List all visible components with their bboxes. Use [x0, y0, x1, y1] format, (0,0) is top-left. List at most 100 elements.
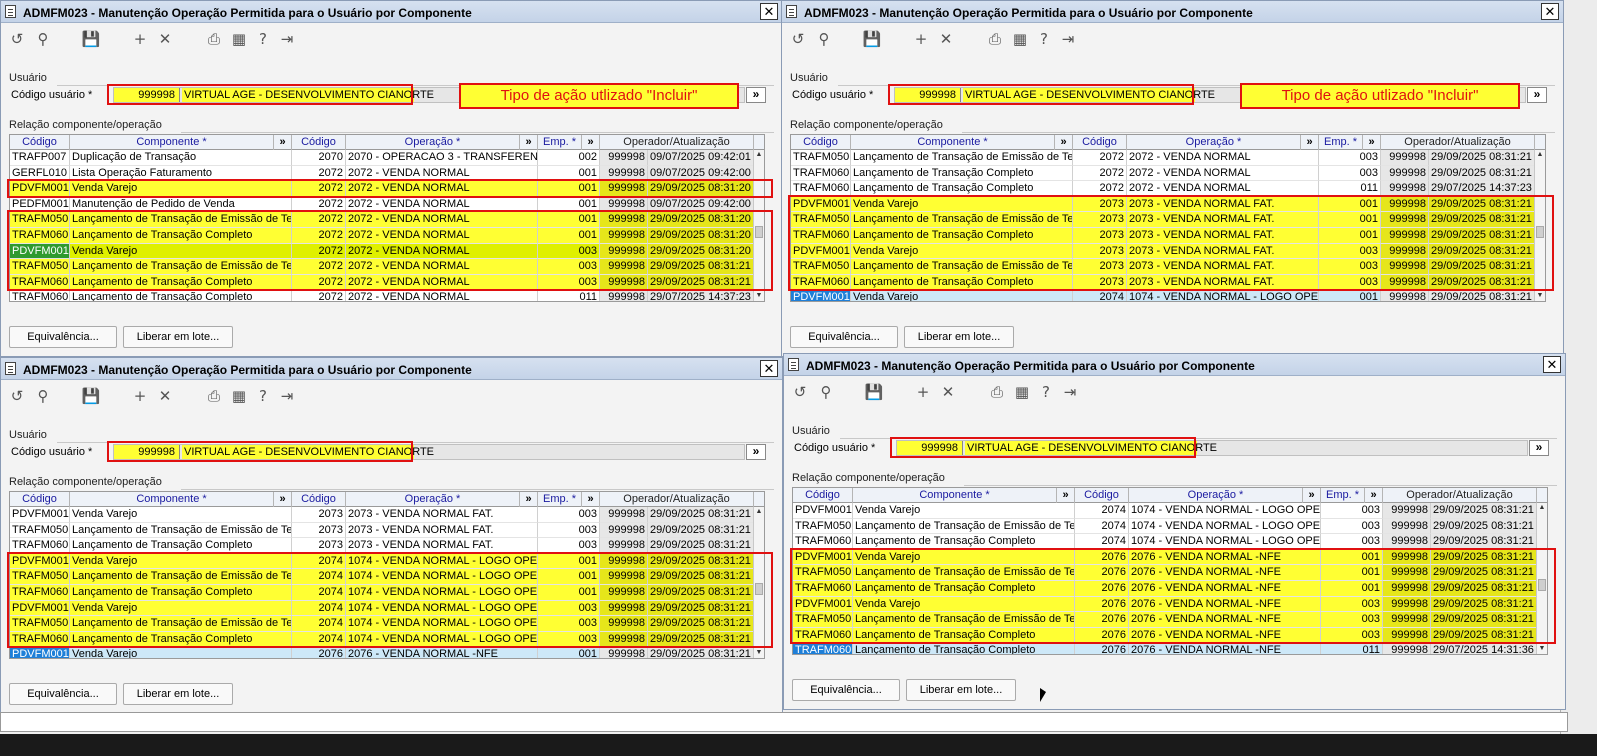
- column-header-operacao[interactable]: Operação *: [346, 492, 520, 507]
- table-row[interactable]: PDVFM001 Venda Varejo 2073 2073 - VENDA NOR…: [791, 196, 1536, 213]
- delete-icon[interactable]: ✕: [936, 29, 956, 49]
- column-header-operacao[interactable]: Operação *: [1127, 135, 1301, 150]
- column-expand-icon[interactable]: »: [1055, 135, 1073, 150]
- delete-icon[interactable]: ✕: [155, 386, 175, 406]
- column-header-operador[interactable]: Operador/Atualização: [1383, 488, 1537, 503]
- scroll-up-icon[interactable]: ▲: [754, 150, 764, 160]
- component-operation-grid[interactable]: Código Componente *» Código Operação *» Emp.…: [9, 491, 765, 659]
- table-row[interactable]: TRAFM060 Lançamento de Transação Completo…: [793, 643, 1538, 654]
- help-icon[interactable]: ?: [1034, 29, 1054, 49]
- calendar-icon[interactable]: ▦: [1012, 382, 1032, 402]
- liberar-em-lote-button[interactable]: Liberar em lote...: [906, 679, 1016, 701]
- table-row[interactable]: TRAFM060 Lançamento de Transação Completo…: [793, 627, 1538, 644]
- scroll-up-icon[interactable]: ▲: [754, 507, 764, 517]
- table-row[interactable]: TRAFM060 Lançamento de Transação Completo…: [793, 581, 1538, 597]
- expand-user-button[interactable]: »: [1529, 440, 1549, 456]
- close-icon[interactable]: ✕: [760, 360, 778, 377]
- help-icon[interactable]: ?: [253, 29, 273, 49]
- table-row[interactable]: TRAFM060 Lançamento de Transação Completo…: [10, 538, 755, 554]
- column-header-codigo2[interactable]: Código: [292, 135, 346, 150]
- calendar-icon[interactable]: ▦: [229, 29, 249, 49]
- table-row[interactable]: PDVFM001 Venda Varejo 2074 1074 - VENDA NOR…: [793, 503, 1538, 519]
- table-row[interactable]: GERFL010 Lista Operação Faturamento 2072 20…: [10, 165, 755, 182]
- component-operation-grid[interactable]: Código Componente *» Código Operação *» Emp.…: [790, 134, 1546, 302]
- liberar-em-lote-button[interactable]: Liberar em lote...: [123, 683, 233, 705]
- table-row[interactable]: TRAFM050 Lançamento de Transação de Emiss…: [793, 518, 1538, 535]
- close-icon[interactable]: ✕: [1543, 356, 1561, 373]
- scroll-thumb[interactable]: [755, 226, 763, 238]
- column-header-codigo[interactable]: Código: [10, 135, 70, 150]
- table-row[interactable]: TRAFM050 Lançamento de Transação de Emiss…: [791, 150, 1536, 166]
- column-header-componente[interactable]: Componente *: [853, 488, 1057, 503]
- liberar-em-lote-button[interactable]: Liberar em lote...: [904, 326, 1014, 348]
- column-expand-icon[interactable]: »: [1363, 135, 1381, 150]
- column-header-componente[interactable]: Componente *: [70, 135, 274, 150]
- help-icon[interactable]: ?: [1036, 382, 1056, 402]
- column-expand-icon[interactable]: »: [582, 135, 600, 150]
- scroll-up-icon[interactable]: ▲: [1537, 503, 1547, 513]
- search-icon[interactable]: ⚲: [33, 386, 53, 406]
- user-code-value[interactable]: 999998: [114, 445, 180, 459]
- equivalencia-button[interactable]: Equivalência...: [9, 326, 117, 348]
- table-row[interactable]: PDVFM001 Venda Varejo 2076 2076 - VENDA NOR…: [10, 647, 755, 658]
- table-row[interactable]: TRAFM050 Lançamento de Transação de Emiss…: [793, 612, 1538, 628]
- table-row[interactable]: TRAFM050 Lançamento de Transação de Emiss…: [10, 259, 755, 275]
- add-icon[interactable]: +: [130, 29, 150, 49]
- column-header-operador[interactable]: Operador/Atualização: [600, 135, 754, 150]
- user-code-field[interactable]: 999998 VIRTUAL AGE - DESENVOLVIMENTO CIAN…: [896, 440, 1528, 456]
- delete-icon[interactable]: ✕: [938, 382, 958, 402]
- column-expand-icon[interactable]: »: [1057, 488, 1075, 503]
- table-row[interactable]: TRAFM060 Lançamento de Transação Completo…: [791, 228, 1536, 244]
- expand-user-button[interactable]: »: [746, 444, 766, 460]
- scroll-down-icon[interactable]: ▼: [1537, 644, 1547, 654]
- refresh-icon[interactable]: ↺: [7, 29, 27, 49]
- column-header-codigo2[interactable]: Código: [1075, 488, 1129, 503]
- table-row[interactable]: TRAFM060 Lançamento de Transação Completo…: [10, 274, 755, 291]
- column-header-codigo2[interactable]: Código: [292, 492, 346, 507]
- table-row[interactable]: TRAFM060 Lançamento de Transação Completo…: [791, 181, 1536, 197]
- column-header-codigo2[interactable]: Código: [1073, 135, 1127, 150]
- refresh-icon[interactable]: ↺: [7, 386, 27, 406]
- table-row[interactable]: TRAFM050 Lançamento de Transação de Emiss…: [793, 565, 1538, 581]
- print-icon[interactable]: ⎙: [204, 29, 224, 49]
- column-expand-icon[interactable]: »: [1365, 488, 1383, 503]
- equivalencia-button[interactable]: Equivalência...: [792, 679, 900, 701]
- scroll-thumb[interactable]: [1536, 226, 1544, 238]
- user-code-value[interactable]: 999998: [895, 88, 961, 102]
- search-icon[interactable]: ⚲: [816, 382, 836, 402]
- scroll-thumb[interactable]: [755, 583, 763, 595]
- column-expand-icon[interactable]: »: [1301, 135, 1319, 150]
- delete-icon[interactable]: ✕: [155, 29, 175, 49]
- close-icon[interactable]: ✕: [760, 3, 778, 20]
- refresh-icon[interactable]: ↺: [788, 29, 808, 49]
- column-header-emp[interactable]: Emp. *: [1319, 135, 1363, 150]
- grid-vertical-scrollbar[interactable]: ▲ ▼: [753, 507, 764, 658]
- column-expand-icon[interactable]: »: [520, 492, 538, 507]
- search-icon[interactable]: ⚲: [814, 29, 834, 49]
- column-expand-icon[interactable]: »: [274, 492, 292, 507]
- exit-icon[interactable]: ⇥: [277, 29, 297, 49]
- table-row[interactable]: TRAFM050 Lançamento de Transação de Emiss…: [791, 212, 1536, 228]
- table-row[interactable]: PEDFM001 Manutenção de Pedido de Venda 207…: [10, 196, 755, 213]
- grid-vertical-scrollbar[interactable]: ▲ ▼: [1534, 150, 1545, 301]
- table-row[interactable]: TRAFM060 Lançamento de Transação Completo…: [10, 228, 755, 244]
- table-row[interactable]: TRAFM050 Lançamento de Transação de Emiss…: [791, 259, 1536, 275]
- user-code-field[interactable]: 999998 VIRTUAL AGE - DESENVOLVIMENTO CIAN…: [113, 444, 745, 460]
- table-row[interactable]: TRAFP007 Duplicação de Transação 2070 2070 …: [10, 150, 755, 166]
- component-operation-grid[interactable]: Código Componente *» Código Operação *» Emp.…: [9, 134, 765, 302]
- column-header-componente[interactable]: Componente *: [70, 492, 274, 507]
- column-header-codigo[interactable]: Código: [10, 492, 70, 507]
- add-icon[interactable]: +: [911, 29, 931, 49]
- expand-user-button[interactable]: »: [746, 87, 766, 103]
- table-row[interactable]: TRAFM050 Lançamento de Transação de Emiss…: [10, 212, 755, 228]
- exit-icon[interactable]: ⇥: [1060, 382, 1080, 402]
- exit-icon[interactable]: ⇥: [1058, 29, 1078, 49]
- column-expand-icon[interactable]: »: [582, 492, 600, 507]
- table-row[interactable]: TRAFM060 Lançamento de Transação Completo…: [791, 165, 1536, 182]
- user-code-value[interactable]: 999998: [114, 88, 180, 102]
- column-header-emp[interactable]: Emp. *: [1321, 488, 1365, 503]
- scroll-down-icon[interactable]: ▼: [1535, 291, 1545, 301]
- help-icon[interactable]: ?: [253, 386, 273, 406]
- search-icon[interactable]: ⚲: [33, 29, 53, 49]
- equivalencia-button[interactable]: Equivalência...: [790, 326, 898, 348]
